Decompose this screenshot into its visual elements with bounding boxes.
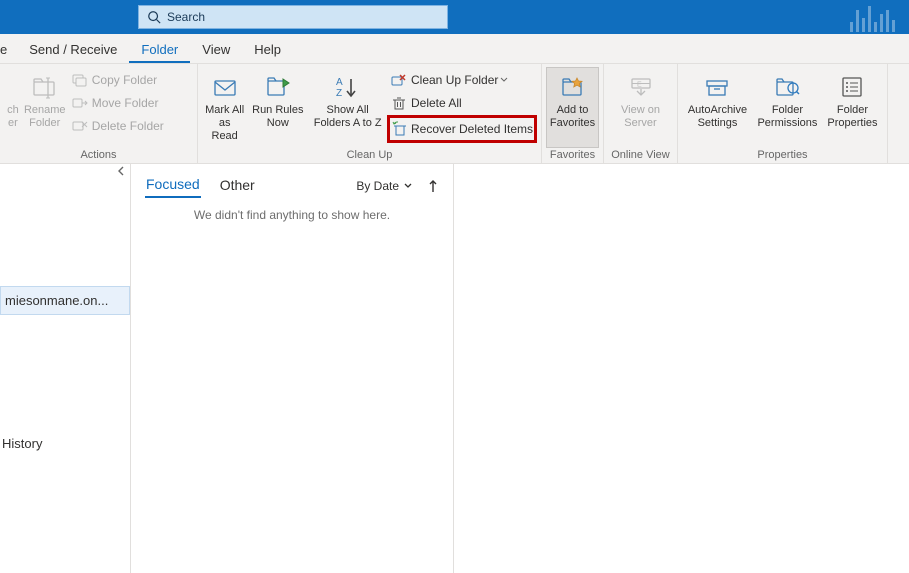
move-folder-button: Move Folder [68,92,193,114]
copy-folder-button: Copy Folder [68,69,193,91]
label: Mark All [205,104,244,117]
autoarchive-settings-button[interactable]: AutoArchive Settings [682,67,753,148]
mark-all-read-icon [212,72,238,102]
delete-folder-button: Delete Folder [68,115,193,137]
label: Rename [24,104,66,117]
ribbon-tabs: e Send / Receive Folder View Help [0,34,909,64]
group-label-actions: Actions [0,148,197,163]
label: Show All [327,104,369,117]
recover-deleted-items-button[interactable]: Recover Deleted Items [387,115,537,143]
group-label-cleanup: Clean Up [198,148,541,163]
label: Now [267,117,289,130]
delete-folder-icon [71,118,89,134]
message-list: Focused Other By Date We didn't find any… [131,164,454,573]
view-on-server-button: E View on Server [608,67,673,148]
label: Run Rules [252,104,303,117]
group-actions: ch er Rename Folder Copy Folder [0,64,198,163]
svg-text:A: A [336,77,343,88]
search-box[interactable] [138,5,448,29]
group-label-onlineview: Online View [604,148,677,163]
clean-up-folder-button[interactable]: Clean Up Folder [387,69,537,91]
permissions-icon [774,72,800,102]
tab-home-cut[interactable]: e [0,37,17,63]
label: Copy Folder [92,73,157,87]
server-icon: E [628,72,654,102]
nav-account[interactable]: miesonmane.on... [0,286,130,315]
run-rules-now-button[interactable]: Run Rules Now [247,67,308,148]
label: Properties [827,117,877,130]
tab-folder[interactable]: Folder [129,37,190,63]
trash-icon [390,95,408,111]
folder-properties-button[interactable]: Folder Properties [822,67,883,148]
label: Folders A to Z [314,117,382,130]
label: ch [7,104,19,117]
svg-text:Z: Z [336,88,342,99]
label: Delete Folder [92,119,164,133]
tab-focused[interactable]: Focused [145,174,201,198]
sort-by-button[interactable]: By Date [356,179,413,193]
label: Favorites [550,117,595,130]
label: Folder [837,104,868,117]
copy-folder-icon [71,72,89,88]
title-bar [0,0,909,34]
empty-message: We didn't find anything to show here. [131,202,453,228]
broom-folder-icon [390,72,408,88]
rename-folder-icon [32,72,58,102]
group-label-favorites: Favorites [542,148,603,163]
label: Permissions [757,117,817,130]
label: Move Folder [92,96,159,110]
show-all-folders-button[interactable]: AZ Show All Folders A to Z [308,67,387,148]
main-area: miesonmane.on... History Focused Other B… [0,164,909,573]
folder-nav: miesonmane.on... History [0,164,131,573]
label: View on [621,104,660,117]
sort-az-icon: AZ [333,72,363,102]
label: Recover Deleted Items [411,122,533,136]
group-favorites: Add to Favorites Favorites [542,64,604,163]
title-decoration [850,2,895,32]
label: as Read [205,117,244,143]
label: AutoArchive [688,104,747,117]
group-cleanup: Mark All as Read Run Rules Now AZ Show A… [198,64,542,163]
tab-other[interactable]: Other [219,175,256,197]
run-rules-icon [265,72,291,102]
group-label-properties: Properties [678,148,887,163]
search-input[interactable] [167,10,439,24]
ribbon: ch er Rename Folder Copy Folder [0,64,909,164]
sort-label: By Date [356,179,399,193]
label: Add to [557,104,589,117]
svg-text:E: E [637,82,642,89]
label: Delete All [411,96,462,110]
label: Folder [29,117,60,130]
chevron-down-icon [500,76,508,84]
label: Folder [772,104,803,117]
rename-folder-button: Rename Folder [22,67,68,148]
label: er [8,117,18,130]
archive-icon [704,72,730,102]
search-folder-button-cut: ch er [4,67,22,148]
list-header: Focused Other By Date [131,164,453,202]
reading-pane [454,164,909,573]
tab-help[interactable]: Help [242,37,293,63]
move-folder-icon [71,95,89,111]
add-to-favorites-button[interactable]: Add to Favorites [546,67,599,148]
chevron-down-icon [403,181,413,191]
folder-permissions-button[interactable]: Folder Permissions [753,67,822,148]
mark-all-read-button[interactable]: Mark All as Read [202,67,247,148]
search-icon [147,10,167,24]
label: Server [624,117,656,130]
label: Settings [698,117,738,130]
sort-direction-button[interactable] [427,179,439,193]
group-properties: AutoArchive Settings Folder Permissions … [678,64,888,163]
group-onlineview: E View on Server Online View [604,64,678,163]
recover-icon [392,121,408,137]
tab-send-receive[interactable]: Send / Receive [17,37,129,63]
properties-list-icon [839,72,865,102]
tab-view[interactable]: View [190,37,242,63]
delete-all-button[interactable]: Delete All [387,92,537,114]
collapse-nav-icon[interactable] [116,166,126,176]
nav-history[interactable]: History [0,433,130,454]
label: Clean Up Folder [411,73,498,87]
favorites-star-icon [560,72,586,102]
